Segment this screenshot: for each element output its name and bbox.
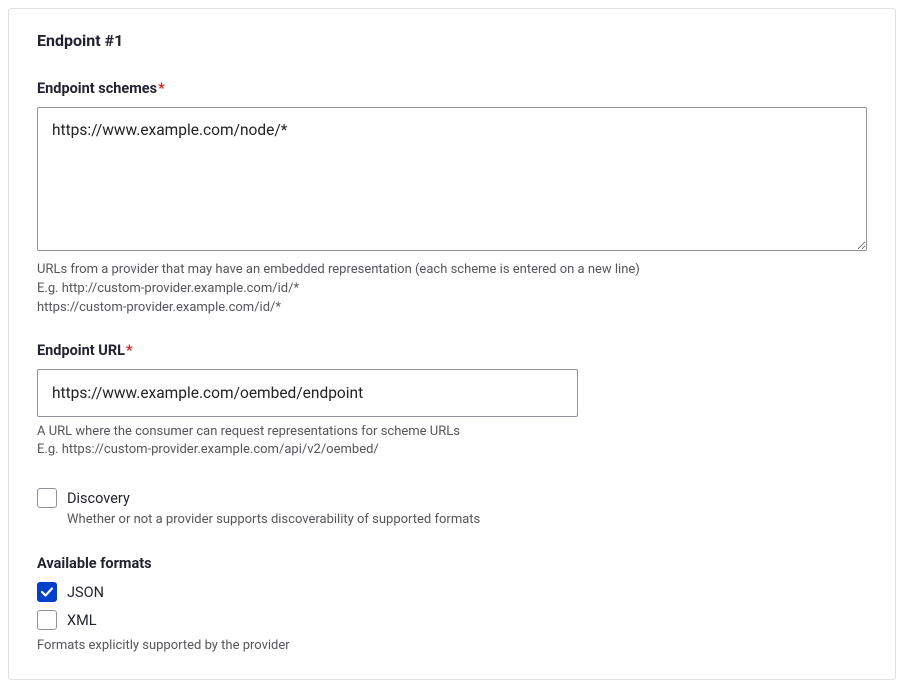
discovery-label: Discovery bbox=[67, 490, 130, 507]
xml-label: XML bbox=[67, 612, 97, 629]
url-label: Endpoint URL* bbox=[37, 342, 867, 359]
formats-title: Available formats bbox=[37, 555, 867, 572]
url-description: A URL where the consumer can request rep… bbox=[37, 423, 867, 461]
url-input[interactable] bbox=[37, 369, 578, 417]
schemes-label-text: Endpoint schemes bbox=[37, 80, 157, 97]
schemes-desc-line2: E.g. http://custom-provider.example.com/… bbox=[37, 280, 867, 299]
discovery-checkbox-wrap bbox=[37, 488, 57, 508]
format-json-row: JSON bbox=[37, 582, 867, 602]
json-checkbox[interactable] bbox=[37, 582, 57, 602]
endpoint-panel: Endpoint #1 Endpoint schemes* URLs from … bbox=[8, 8, 896, 680]
schemes-label: Endpoint schemes* bbox=[37, 80, 867, 97]
discovery-field-group: Discovery Whether or not a provider supp… bbox=[37, 488, 867, 527]
schemes-desc-line1: URLs from a provider that may have an em… bbox=[37, 261, 867, 280]
formats-description: Formats explicitly supported by the prov… bbox=[37, 638, 867, 653]
schemes-desc-line3: https://custom-provider.example.com/id/* bbox=[37, 299, 867, 318]
json-label: JSON bbox=[67, 584, 104, 601]
schemes-description: URLs from a provider that may have an em… bbox=[37, 261, 867, 318]
xml-checkbox-wrap bbox=[37, 610, 57, 630]
url-desc-line2: E.g. https://custom-provider.example.com… bbox=[37, 441, 867, 460]
json-checkbox-wrap bbox=[37, 582, 57, 602]
discovery-checkbox[interactable] bbox=[37, 488, 57, 508]
url-label-text: Endpoint URL bbox=[37, 342, 125, 359]
formats-field-group: Available formats JSON XML Formats expli… bbox=[37, 555, 867, 653]
discovery-description: Whether or not a provider supports disco… bbox=[67, 512, 867, 527]
xml-checkbox[interactable] bbox=[37, 610, 57, 630]
panel-title: Endpoint #1 bbox=[37, 31, 867, 50]
schemes-field-group: Endpoint schemes* URLs from a provider t… bbox=[37, 80, 867, 318]
required-mark: * bbox=[126, 342, 133, 359]
url-field-group: Endpoint URL* A URL where the consumer c… bbox=[37, 342, 867, 461]
discovery-checkbox-row: Discovery bbox=[37, 488, 867, 508]
required-mark: * bbox=[158, 80, 165, 97]
schemes-textarea[interactable] bbox=[37, 107, 867, 251]
format-xml-row: XML bbox=[37, 610, 867, 630]
url-desc-line1: A URL where the consumer can request rep… bbox=[37, 423, 867, 442]
